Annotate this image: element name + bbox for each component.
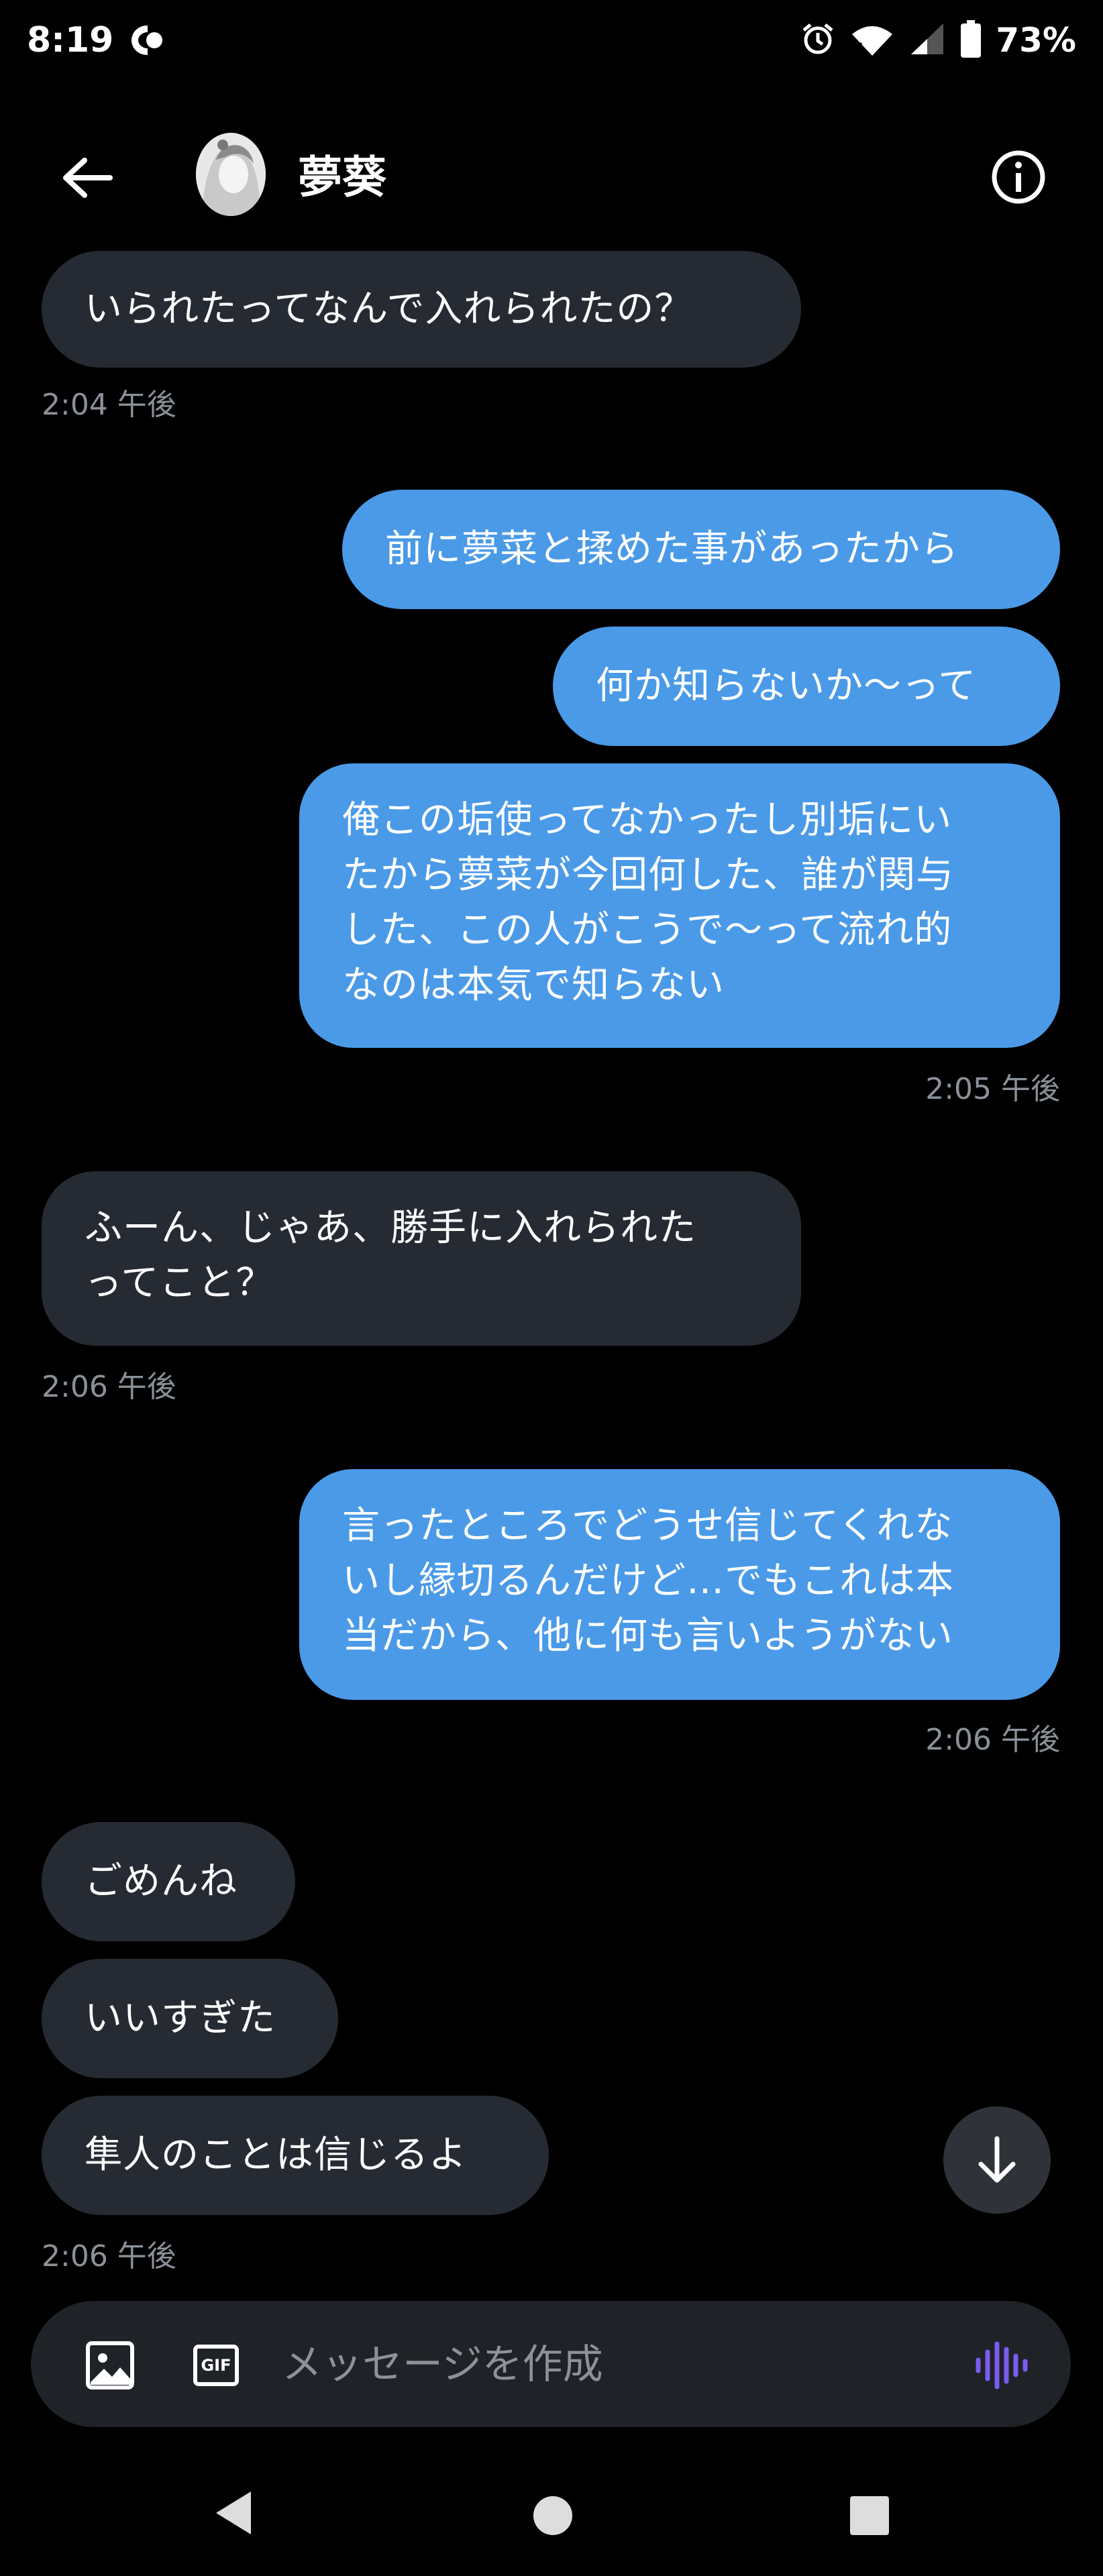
arrow-down-icon [978,2136,1016,2183]
message-bubble-outgoing[interactable]: 言ったところでどうせ信じてくれな いし縁切るんだけど…でもこれは本 当だから、他… [299,1469,1060,1700]
message-bubble-outgoing[interactable]: 何か知らないか〜って [553,627,1060,746]
status-time: 8:19 [27,20,114,60]
message-timestamp: 2:06 午後 [42,2239,176,2273]
nav-recents-button[interactable] [836,2482,903,2549]
wifi-icon: 6 [851,22,894,58]
wifi-badge: 6 [852,40,864,58]
arrow-left-icon [63,158,113,198]
message-bubble-incoming[interactable]: いいすぎた [42,1959,338,2078]
status-icons: 6 73% [800,16,1076,64]
nav-back-button[interactable] [200,2479,267,2546]
app-notification-icon [127,23,168,58]
triangle-back-icon [216,2491,251,2534]
message-bubble-incoming[interactable]: 隼人のことは信じるよ [42,2096,549,2215]
gif-button[interactable]: GIF [185,2336,247,2395]
message-input[interactable]: メッセージを作成 [282,2334,603,2395]
cellular-signal-icon [908,21,946,60]
square-recents-icon [850,2496,889,2535]
alarm-icon [800,21,836,60]
message-bubble-outgoing[interactable]: 前に夢菜と揉めた事があったから [342,490,1060,609]
message-timestamp: 2:05 午後 [925,1072,1060,1106]
voice-waveform-icon [976,2341,1028,2390]
image-icon [86,2341,134,2390]
battery-percent: 73% [996,21,1076,60]
gif-label: GIF [201,2356,231,2375]
message-timestamp: 2:04 午後 [42,388,176,422]
image-button[interactable] [79,2334,141,2396]
message-timestamp: 2:06 午後 [925,1723,1060,1757]
scroll-to-bottom-button[interactable] [943,2106,1051,2214]
message-bubble-incoming[interactable]: ごめんね [42,1822,295,1941]
message-bubble-outgoing[interactable]: 俺この垢使ってなかったし別垢にい たから夢菜が今回何した、誰が関与 した、この人… [299,763,1060,1048]
nav-home-button[interactable] [519,2482,586,2549]
info-button[interactable] [984,142,1053,212]
contact-name[interactable]: 夢葵 [298,148,386,208]
info-icon [992,150,1045,204]
message-timestamp: 2:06 午後 [42,1370,176,1404]
message-bubble-incoming[interactable]: ふーん、じゃあ、勝手に入れられた ってこと？ [42,1171,801,1346]
avatar[interactable] [196,133,266,216]
circle-home-icon [533,2496,572,2535]
voice-message-button[interactable] [969,2333,1033,2398]
battery-icon [961,20,982,60]
message-bubble-incoming[interactable]: いられたってなんで入れられたの？ [42,251,801,368]
back-button[interactable] [47,141,127,215]
